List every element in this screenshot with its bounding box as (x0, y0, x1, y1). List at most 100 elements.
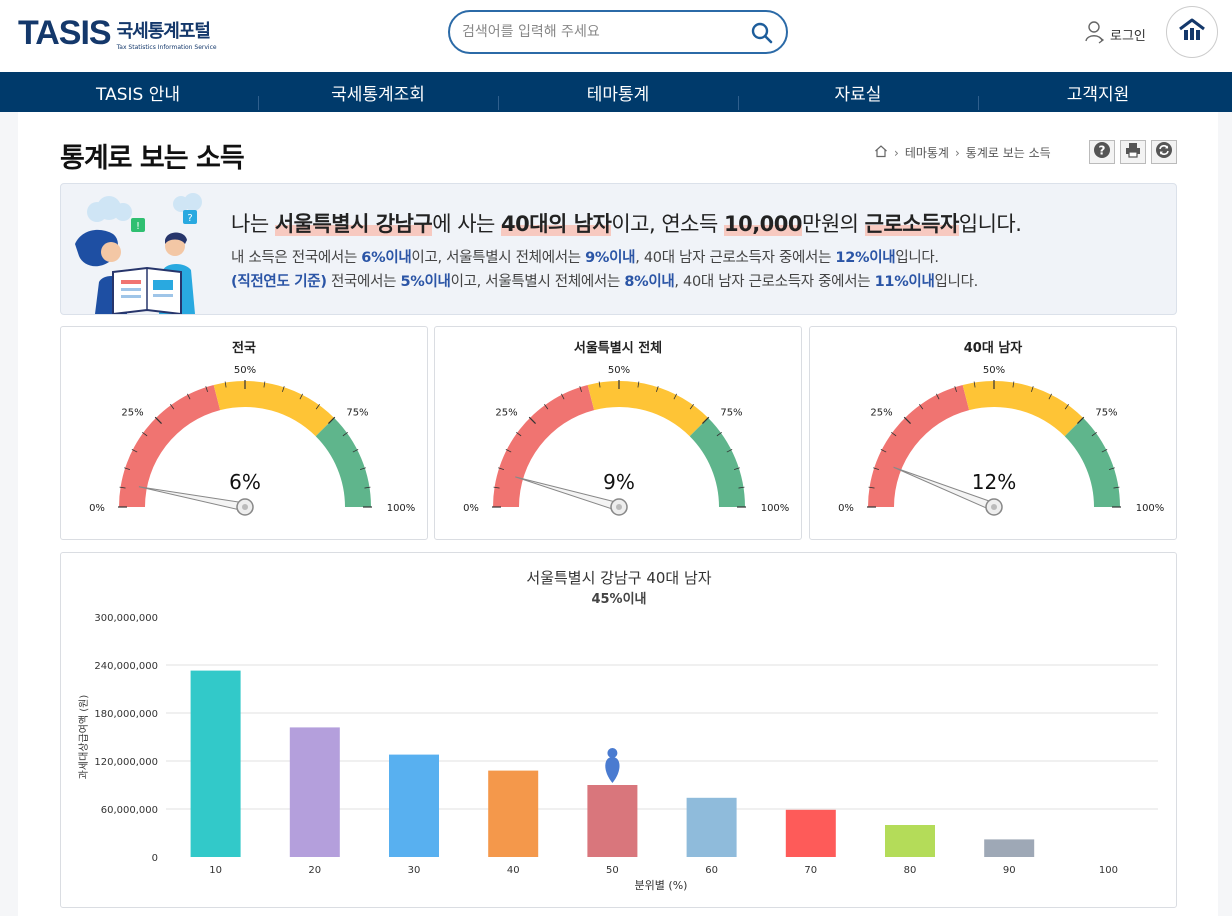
svg-text:?: ? (187, 213, 192, 224)
summary-text: 나는 (231, 212, 275, 236)
page-title: 통계로 보는 소득 (60, 143, 245, 174)
summary-value: 5%이내 (400, 274, 451, 290)
gauge-tick-label: 100% (1136, 503, 1165, 514)
gauge-tick-label: 25% (870, 408, 892, 419)
print-button[interactable] (1120, 140, 1146, 164)
breadcrumb-item[interactable]: 통계로 보는 소득 (966, 144, 1051, 161)
bar-40[interactable] (488, 770, 539, 857)
x-tick-label: 50 (606, 865, 619, 876)
gauge-tick-label: 75% (720, 408, 742, 419)
gauge-tick-label: 50% (608, 365, 630, 376)
gauge-value-label: 9% (603, 470, 635, 494)
summary-value: 11%이내 (874, 274, 935, 290)
logo-mark: TASIS (18, 14, 112, 52)
x-tick-label: 100 (1099, 865, 1118, 876)
x-tick-label: 80 (904, 865, 917, 876)
summary-value: 8%이내 (624, 274, 675, 290)
nav-item-support[interactable]: 고객지원 (978, 72, 1218, 112)
summary-value: 6%이내 (361, 250, 412, 266)
summary-text: , 40대 남자 근로소득자 중에서는 (674, 274, 875, 290)
refresh-icon (1155, 141, 1173, 163)
summary-text: 입니다. (895, 250, 939, 266)
income-summary: ! ? 나는 서울특별시 강남구에 사는 40대의 남자이고, 연소득 10,0… (60, 183, 1177, 318)
logo-english: Tax Statistics Information Service (116, 43, 217, 51)
help-button[interactable]: ? (1089, 140, 1115, 164)
y-tick-label: 180,000,000 (94, 709, 158, 720)
gauge-tick-label: 25% (495, 408, 517, 419)
y-tick-label: 300,000,000 (94, 613, 158, 624)
summary-text: 이고, 연소득 (611, 212, 724, 236)
gauge-needle-pivot-center (242, 504, 248, 510)
summary-previous-year: (직전연도 기준) 전국에서는 5%이내이고, 서울특별시 전체에서는 8%이내… (231, 270, 978, 291)
login-label: 로그인 (1110, 28, 1146, 44)
nav-item-library[interactable]: 자료실 (738, 72, 978, 112)
gauge-chart: 0% 25% 50% 75% 100% 12% (838, 365, 1165, 516)
y-tick-label: 0 (152, 853, 158, 864)
y-tick-label: 60,000,000 (101, 805, 158, 816)
y-axis-label: 과세대상급여액 (원) (78, 695, 90, 780)
summary-text: 이고, 서울특별시 전체에서는 (411, 250, 586, 266)
summary-text: 내 소득은 전국에서는 (231, 250, 362, 266)
nav-item-tasis-info[interactable]: TASIS 안내 (18, 72, 258, 112)
gauge-band-high (1064, 417, 1120, 507)
logo-text: 국세통계포털 Tax Statistics Information Servic… (117, 17, 217, 51)
home-button[interactable] (1166, 6, 1218, 58)
gauge-tick-label: 100% (761, 503, 790, 514)
bar-80[interactable] (885, 825, 935, 857)
summary-text: 입니다. (934, 274, 979, 290)
location-pin-head (607, 748, 618, 758)
gauge-chart: 0% 25% 50% 75% 100% 6% (89, 365, 416, 516)
breadcrumb-item[interactable]: 테마통계 (905, 144, 949, 161)
page-tools: ? (1089, 140, 1177, 164)
x-tick-label: 10 (209, 865, 222, 876)
nav-item-theme-stats[interactable]: 테마통계 (498, 72, 738, 112)
summary-group: 40대의 남자 (501, 212, 612, 236)
bar-60[interactable] (686, 797, 737, 857)
gauge-card-national: 전국 0% 25% 50% 75% 100% 6% (60, 326, 428, 540)
gauge-tick-label: 0% (463, 503, 479, 514)
summary-text: 만원의 (802, 212, 865, 236)
site-logo[interactable]: TASIS 국세통계포털 Tax Statistics Information … (18, 14, 217, 53)
bar-20[interactable] (289, 727, 340, 857)
summary-headline: 나는 서울특별시 강남구에 사는 40대의 남자이고, 연소득 10,000만원… (231, 208, 1022, 238)
gauge-tick-label: 75% (1095, 408, 1117, 419)
bar-30[interactable] (389, 754, 439, 857)
summary-region: 서울특별시 강남구 (274, 212, 433, 236)
summary-text: , 40대 남자 근로소득자 중에서는 (635, 250, 836, 266)
gauge-tick-label: 0% (89, 503, 105, 514)
gauge-tick-label: 0% (838, 503, 854, 514)
summary-text: 이고, 서울특별시 전체에서는 (450, 274, 625, 290)
gauge-band-low (119, 384, 221, 507)
gauge-band-high (689, 417, 745, 507)
help-icon: ? (1093, 141, 1111, 163)
bar-90[interactable] (984, 839, 1035, 857)
gauge-band-high (315, 417, 371, 507)
x-tick-label: 40 (507, 865, 520, 876)
gauge-band-low (493, 384, 595, 507)
percentile-chart-card: 서울특별시 강남구 40대 남자 45%이내 0 60,000,000 120,000,… (60, 552, 1177, 908)
summary-text: 전국에서는 (326, 274, 401, 290)
login-button[interactable]: 로그인 (1084, 20, 1146, 48)
chevron-right-icon: › (954, 145, 960, 160)
logo-korean: 국세통계포털 (116, 20, 211, 42)
svg-text:?: ? (1099, 144, 1106, 158)
chart-title: 서울특별시 강남구 40대 남자 (526, 569, 711, 587)
summary-text: 에 사는 (432, 212, 502, 236)
home-icon[interactable] (874, 144, 888, 161)
summary-text: 입니다. (958, 212, 1022, 236)
search-icon[interactable] (750, 21, 774, 49)
gauge-value-label: 12% (972, 470, 1016, 494)
gauge-needle-pivot-center (991, 504, 997, 510)
reading-people-illustration: ! ? (69, 190, 219, 318)
bar-50[interactable] (587, 785, 638, 857)
bar-10[interactable] (190, 670, 241, 857)
svg-text:!: ! (136, 221, 140, 232)
search-box (448, 10, 788, 54)
refresh-button[interactable] (1151, 140, 1177, 164)
gauge-tick-label: 50% (983, 365, 1005, 376)
summary-value: 12%이내 (835, 250, 896, 266)
search-input[interactable] (462, 22, 742, 42)
bar-70[interactable] (785, 809, 836, 857)
nav-item-tax-stats[interactable]: 국세통계조회 (258, 72, 498, 112)
gauge-tick-label: 100% (387, 503, 416, 514)
